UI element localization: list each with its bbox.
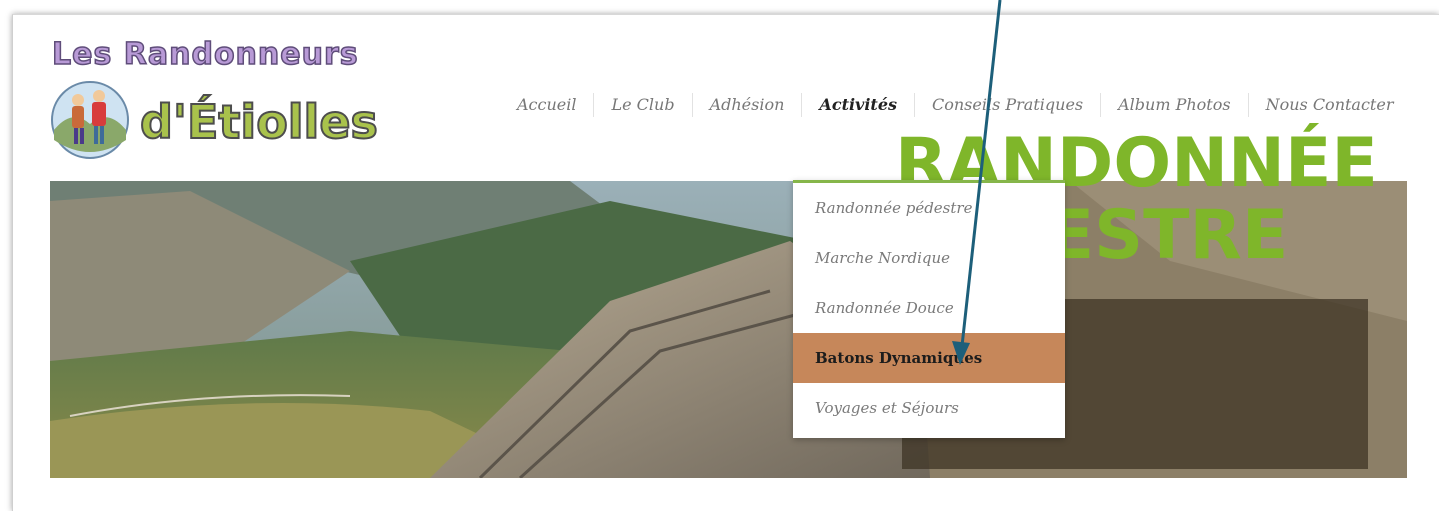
- logo-title-bottom: d'Étiolles: [139, 94, 379, 150]
- nav-item-accueil[interactable]: Accueil: [500, 93, 593, 117]
- nav-item-conseils-pratiques[interactable]: Conseils Pratiques: [914, 93, 1100, 117]
- dropdown-item-randonnee-pedestre[interactable]: Randonnée pédestre: [793, 183, 1065, 233]
- activites-dropdown-menu: Randonnée pédestre Marche Nordique Rando…: [793, 180, 1065, 438]
- dropdown-item-batons-dynamiques[interactable]: Batons Dynamiques: [793, 333, 1065, 383]
- nav-item-adhesion[interactable]: Adhésion: [691, 93, 802, 117]
- main-nav: Accueil Le Club Adhésion Activités Conse…: [500, 93, 1410, 117]
- nav-item-activites[interactable]: Activités: [801, 93, 914, 117]
- nav-item-nous-contacter[interactable]: Nous Contacter: [1247, 93, 1411, 117]
- dropdown-item-randonnee-douce[interactable]: Randonnée Douce: [793, 283, 1065, 333]
- hikers-icon: [51, 81, 129, 159]
- dropdown-item-marche-nordique[interactable]: Marche Nordique: [793, 233, 1065, 283]
- site-logo[interactable]: Les Randonneurs d'Étiolles: [48, 40, 379, 160]
- dropdown-item-voyages-et-sejours[interactable]: Voyages et Séjours: [793, 383, 1065, 433]
- nav-item-le-club[interactable]: Le Club: [593, 93, 691, 117]
- logo-title-top: Les Randonneurs: [52, 40, 359, 66]
- nav-item-album-photos[interactable]: Album Photos: [1100, 93, 1247, 117]
